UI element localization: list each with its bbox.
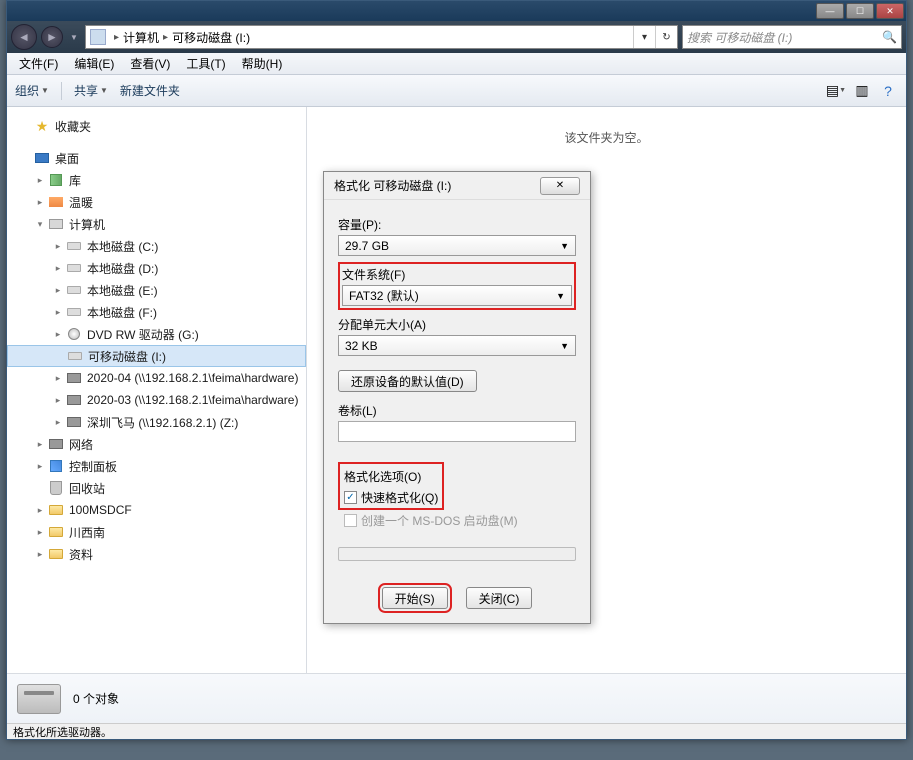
chevron-right-icon[interactable]: ▸: [159, 32, 172, 43]
status-bar: 格式化所选驱动器。: [7, 723, 906, 739]
allocation-label: 分配单元大小(A): [338, 316, 576, 333]
dialog-close-button[interactable]: ✕: [540, 177, 580, 195]
titlebar: — ☐ ✕: [7, 1, 906, 21]
sidebar-warm[interactable]: ▸温暖: [7, 191, 306, 213]
format-progress: [338, 547, 576, 561]
capacity-label: 容量(P):: [338, 216, 576, 233]
search-input[interactable]: 搜索 可移动磁盘 (I:) 🔍: [682, 25, 902, 49]
capacity-select[interactable]: 29.7 GB▼: [338, 235, 576, 256]
volume-label: 卷标(L): [338, 402, 576, 419]
dialog-titlebar[interactable]: 格式化 可移动磁盘 (I:) ✕: [324, 172, 590, 200]
search-icon[interactable]: 🔍: [882, 30, 897, 44]
sidebar-folder-ziliao[interactable]: ▸资料: [7, 543, 306, 565]
toolbar: 组织▼ 共享▼ 新建文件夹 ▤▼ ▥ ?: [7, 75, 906, 107]
separator: [61, 82, 62, 100]
preview-pane-button[interactable]: ▥: [852, 81, 872, 101]
close-dialog-button[interactable]: 关闭(C): [466, 587, 533, 609]
desktop-group[interactable]: 桌面: [7, 147, 306, 169]
menu-edit[interactable]: 编辑(E): [66, 55, 122, 72]
close-button[interactable]: ✕: [876, 3, 904, 19]
share-button[interactable]: 共享▼: [74, 82, 108, 99]
sidebar-drive-e[interactable]: ▸本地磁盘 (E:): [7, 279, 306, 301]
maximize-button[interactable]: ☐: [846, 3, 874, 19]
format-options-label: 格式化选项(O): [344, 468, 438, 485]
menu-file[interactable]: 文件(F): [11, 55, 66, 72]
chevron-right-icon[interactable]: ▸: [110, 32, 123, 43]
refresh-button[interactable]: ↻: [655, 26, 677, 48]
menu-tools[interactable]: 工具(T): [178, 55, 233, 72]
start-button[interactable]: 开始(S): [382, 587, 448, 609]
sidebar-net-2020-04[interactable]: ▸2020-04 (\\192.168.2.1\feima\hardware): [7, 367, 306, 389]
forward-button[interactable]: ►: [41, 26, 63, 48]
details-pane: 0 个对象: [7, 673, 906, 723]
sidebar-computer[interactable]: ▾计算机: [7, 213, 306, 235]
sidebar-recycle-bin[interactable]: 回收站: [7, 477, 306, 499]
sidebar-folder-100msdcf[interactable]: ▸100MSDCF: [7, 499, 306, 521]
dialog-title: 格式化 可移动磁盘 (I:): [334, 177, 451, 194]
filesystem-label: 文件系统(F): [342, 266, 572, 283]
status-text: 格式化所选驱动器。: [13, 724, 112, 740]
allocation-select[interactable]: 32 KB▼: [338, 335, 576, 356]
empty-folder-message: 该文件夹为空。: [307, 129, 906, 146]
sidebar-libraries[interactable]: ▸库: [7, 169, 306, 191]
search-placeholder: 搜索 可移动磁盘 (I:): [687, 29, 792, 46]
volume-input[interactable]: [338, 421, 576, 442]
view-mode-button[interactable]: ▤▼: [826, 81, 846, 101]
menubar: 文件(F) 编辑(E) 查看(V) 工具(T) 帮助(H): [7, 53, 906, 75]
help-button[interactable]: ?: [878, 81, 898, 101]
msdos-label: 创建一个 MS-DOS 启动盘(M): [361, 512, 518, 529]
breadcrumb-computer[interactable]: 计算机: [123, 29, 159, 46]
sidebar-drive-d[interactable]: ▸本地磁盘 (D:): [7, 257, 306, 279]
menu-help[interactable]: 帮助(H): [234, 55, 291, 72]
sidebar-drive-c[interactable]: ▸本地磁盘 (C:): [7, 235, 306, 257]
quick-format-label: 快速格式化(Q): [361, 489, 438, 506]
sidebar-net-z[interactable]: ▸深圳飞马 (\\192.168.2.1) (Z:): [7, 411, 306, 433]
navbar: ◄ ► ▼ ▸ 计算机 ▸ 可移动磁盘 (I:) ▾ ↻ 搜索 可移动磁盘 (I…: [7, 21, 906, 53]
navigation-pane: ★收藏夹 桌面 ▸库 ▸温暖 ▾计算机 ▸本地磁盘 (C:) ▸本地磁盘 (D:…: [7, 107, 307, 673]
format-dialog: 格式化 可移动磁盘 (I:) ✕ 容量(P): 29.7 GB▼ 文件系统(F)…: [323, 171, 591, 624]
object-count: 0 个对象: [73, 690, 119, 707]
minimize-button[interactable]: —: [816, 3, 844, 19]
drive-icon: [90, 29, 106, 45]
sidebar-folder-chuanxinan[interactable]: ▸川西南: [7, 521, 306, 543]
sidebar-control-panel[interactable]: ▸控制面板: [7, 455, 306, 477]
back-button[interactable]: ◄: [11, 24, 37, 50]
new-folder-button[interactable]: 新建文件夹: [120, 82, 180, 99]
filesystem-select[interactable]: FAT32 (默认)▼: [342, 285, 572, 306]
explorer-window: — ☐ ✕ ◄ ► ▼ ▸ 计算机 ▸ 可移动磁盘 (I:) ▾ ↻ 搜索 可移…: [6, 0, 907, 740]
restore-defaults-button[interactable]: 还原设备的默认值(D): [338, 370, 477, 392]
msdos-checkbox: [344, 514, 357, 527]
sidebar-network[interactable]: ▸网络: [7, 433, 306, 455]
menu-view[interactable]: 查看(V): [122, 55, 178, 72]
breadcrumb-drive[interactable]: 可移动磁盘 (I:): [172, 29, 250, 46]
drive-large-icon: [17, 684, 61, 714]
sidebar-drive-f[interactable]: ▸本地磁盘 (F:): [7, 301, 306, 323]
address-bar[interactable]: ▸ 计算机 ▸ 可移动磁盘 (I:) ▾ ↻: [85, 25, 678, 49]
sidebar-drive-g[interactable]: ▸DVD RW 驱动器 (G:): [7, 323, 306, 345]
address-dropdown[interactable]: ▾: [633, 26, 655, 48]
quick-format-checkbox[interactable]: ✓: [344, 491, 357, 504]
favorites-group[interactable]: ★收藏夹: [7, 115, 306, 137]
history-dropdown[interactable]: ▼: [67, 25, 81, 49]
organize-button[interactable]: 组织▼: [15, 82, 49, 99]
sidebar-drive-i[interactable]: 可移动磁盘 (I:): [7, 345, 306, 367]
sidebar-net-2020-03[interactable]: ▸2020-03 (\\192.168.2.1\feima\hardware): [7, 389, 306, 411]
